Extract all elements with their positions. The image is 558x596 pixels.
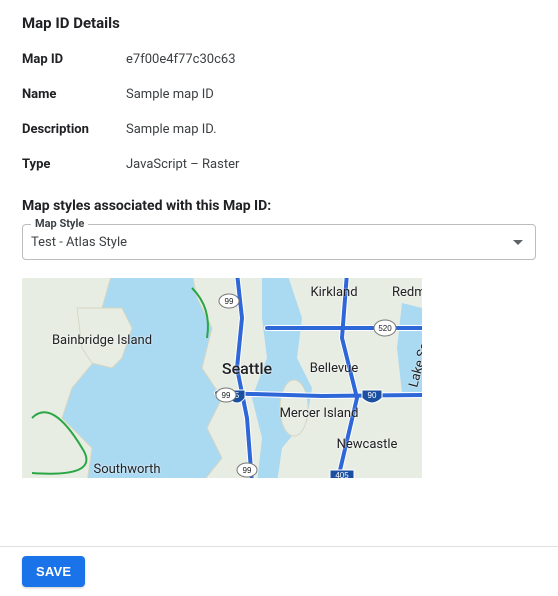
label-bellevue: Bellevue bbox=[310, 361, 359, 376]
label-name: Name bbox=[22, 87, 126, 102]
label-southworth: Southworth bbox=[93, 462, 160, 477]
detail-row-description: Description Sample map ID. bbox=[22, 122, 536, 137]
shield-i90: 90 bbox=[368, 391, 377, 400]
select-value: Test - Atlas Style bbox=[31, 235, 513, 250]
page-title: Map ID Details bbox=[22, 14, 536, 32]
value-name: Sample map ID bbox=[126, 87, 214, 102]
label-redmond: Redmond bbox=[392, 285, 422, 300]
label-mercer: Mercer Island bbox=[280, 406, 359, 421]
map-preview: 5 90 405 520 99 99 bbox=[22, 278, 422, 478]
label-type: Type bbox=[22, 157, 126, 172]
select-label: Map Style bbox=[31, 217, 88, 230]
label-kirkland: Kirkland bbox=[310, 285, 357, 300]
shield-99c: 99 bbox=[243, 466, 252, 475]
label-description: Description bbox=[22, 122, 126, 137]
value-description: Sample map ID. bbox=[126, 122, 217, 137]
label-seattle: Seattle bbox=[222, 359, 273, 378]
shield-i405: 405 bbox=[335, 471, 349, 478]
label-map-id: Map ID bbox=[22, 52, 126, 67]
value-map-id: e7f00e4f77c30c63 bbox=[126, 52, 236, 67]
chevron-down-icon bbox=[513, 240, 523, 245]
footer-bar: SAVE bbox=[0, 546, 558, 596]
shield-99b: 99 bbox=[222, 391, 231, 400]
detail-row-type: Type JavaScript – Raster bbox=[22, 157, 536, 172]
value-type: JavaScript – Raster bbox=[126, 157, 239, 172]
detail-row-name: Name Sample map ID bbox=[22, 87, 536, 102]
label-bainbridge: Bainbridge Island bbox=[52, 333, 152, 348]
save-button[interactable]: SAVE bbox=[22, 556, 85, 587]
styles-heading: Map styles associated with this Map ID: bbox=[22, 198, 536, 214]
shield-99a: 99 bbox=[225, 297, 234, 306]
label-newcastle: Newcastle bbox=[337, 437, 398, 452]
map-style-select[interactable]: Map Style Test - Atlas Style bbox=[22, 224, 536, 260]
detail-row-map-id: Map ID e7f00e4f77c30c63 bbox=[22, 52, 536, 67]
shield-520: 520 bbox=[378, 324, 392, 333]
